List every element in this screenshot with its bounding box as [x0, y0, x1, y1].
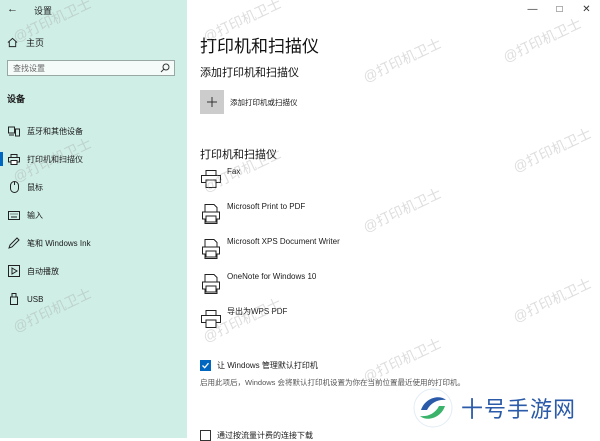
sidebar-item-mouse[interactable]: 鼠标 — [0, 176, 187, 198]
default-printer-label: 让 Windows 管理默认打印机 — [217, 361, 318, 370]
home-label: 主页 — [26, 38, 45, 48]
printer-icon — [7, 153, 21, 165]
sidebar: ← 设置 主页 查找设置 设备 蓝牙和其他设备 打印机和扫描仪 鼠标 输入 笔和… — [0, 0, 187, 438]
sidebar-item-pen[interactable]: 笔和 Windows Ink — [0, 232, 187, 254]
section-label: 设备 — [7, 94, 26, 104]
main-content: — □ ✕ 打印机和扫描仪 添加打印机和扫描仪 添加打印机或扫描仪 打印机和扫描… — [187, 0, 600, 441]
printer-item-fax[interactable]: Fax — [200, 166, 240, 192]
usb-icon — [7, 293, 21, 305]
printer-name: OneNote for Windows 10 — [227, 271, 317, 281]
window-title: 设置 — [34, 6, 53, 16]
sidebar-item-label: 打印机和扫描仪 — [27, 154, 83, 164]
pen-icon — [7, 237, 21, 249]
printer-name: Microsoft XPS Document Writer — [227, 236, 340, 246]
checkbox-unchecked-icon[interactable] — [200, 430, 211, 441]
sidebar-item-autoplay[interactable]: 自动播放 — [0, 260, 187, 282]
sidebar-item-bluetooth[interactable]: 蓝牙和其他设备 — [0, 120, 187, 142]
printer-item-print-to-pdf[interactable]: Microsoft Print to PDF — [200, 201, 305, 227]
metered-download-checkbox[interactable]: 通过按流量计费的连接下载 — [200, 430, 313, 441]
metered-download-label: 通过按流量计费的连接下载 — [217, 431, 313, 440]
brand-watermark: 十号手游网 — [413, 388, 576, 428]
printer-item-xps-writer[interactable]: Microsoft XPS Document Writer — [200, 236, 340, 262]
sidebar-item-label: 蓝牙和其他设备 — [27, 126, 83, 136]
brand-logo-icon — [413, 388, 453, 428]
sidebar-item-usb[interactable]: USB — [0, 288, 187, 310]
minimize-icon[interactable]: — — [519, 0, 546, 18]
sidebar-item-label: USB — [27, 294, 44, 304]
sidebar-item-printers[interactable]: 打印机和扫描仪 — [0, 148, 187, 170]
fax-printer-icon — [200, 168, 222, 190]
back-button[interactable]: ← — [7, 3, 18, 15]
search-icon — [160, 63, 170, 75]
sidebar-item-label: 笔和 Windows Ink — [27, 238, 91, 248]
sidebar-item-label: 输入 — [27, 210, 43, 220]
pdf-printer-icon — [200, 203, 222, 225]
printer-name: 导出为WPS PDF — [227, 306, 288, 316]
printer-name: Fax — [227, 166, 241, 176]
sidebar-item-typing[interactable]: 输入 — [0, 204, 187, 226]
close-icon[interactable]: ✕ — [573, 0, 600, 18]
xps-printer-icon — [200, 238, 222, 260]
sidebar-item-label: 鼠标 — [27, 182, 43, 192]
printer-name: Microsoft Print to PDF — [227, 201, 306, 211]
sidebar-item-label: 自动播放 — [27, 266, 59, 276]
printer-item-onenote[interactable]: OneNote for Windows 10 — [200, 271, 316, 297]
default-printer-checkbox[interactable]: 让 Windows 管理默认打印机 — [200, 360, 318, 371]
home-link[interactable]: 主页 — [7, 36, 44, 49]
bluetooth-devices-icon — [7, 126, 21, 137]
maximize-icon[interactable]: □ — [546, 0, 573, 18]
add-printer-label: 添加打印机或扫描仪 — [230, 97, 298, 107]
plus-icon — [200, 90, 224, 114]
window-controls: — □ ✕ — [519, 0, 600, 18]
mouse-icon — [7, 181, 21, 193]
page-title: 打印机和扫描仪 — [200, 37, 319, 56]
printer-list-heading: 打印机和扫描仪 — [200, 149, 277, 161]
brand-text: 十号手游网 — [461, 398, 577, 423]
autoplay-icon — [7, 265, 21, 277]
checkbox-checked-icon[interactable] — [200, 360, 211, 371]
home-icon — [7, 37, 21, 48]
printer-item-wps-pdf[interactable]: 导出为WPS PDF — [200, 306, 287, 332]
add-section-heading: 添加打印机和扫描仪 — [200, 67, 299, 79]
onenote-printer-icon — [200, 273, 222, 295]
wps-printer-icon — [200, 308, 222, 330]
keyboard-icon — [7, 210, 21, 220]
search-input[interactable]: 查找设置 — [7, 60, 175, 76]
search-placeholder: 查找设置 — [13, 63, 45, 73]
add-printer-button[interactable]: 添加打印机或扫描仪 — [200, 90, 298, 114]
